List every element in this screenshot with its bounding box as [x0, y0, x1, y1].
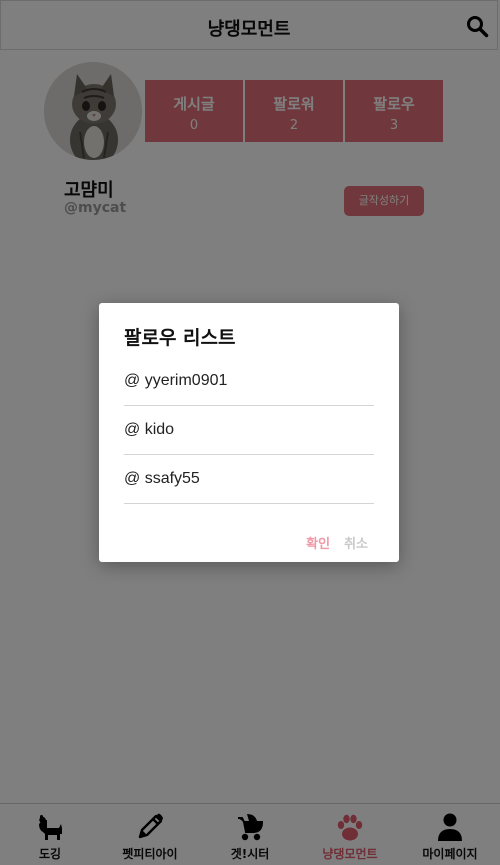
list-item[interactable]: @ ssafy55 — [124, 456, 374, 504]
modal-actions: 확인 취소 — [306, 533, 368, 552]
follow-list-modal: 팔로우 리스트 @ yyerim0901 @ kido @ ssafy55 확인… — [99, 303, 399, 562]
follow-list: @ yyerim0901 @ kido @ ssafy55 — [124, 358, 374, 504]
confirm-button[interactable]: 확인 — [306, 533, 330, 552]
modal-title: 팔로우 리스트 — [124, 327, 236, 349]
list-item[interactable]: @ kido — [124, 407, 374, 455]
list-item[interactable]: @ yyerim0901 — [124, 358, 374, 406]
cancel-button[interactable]: 취소 — [344, 533, 368, 552]
